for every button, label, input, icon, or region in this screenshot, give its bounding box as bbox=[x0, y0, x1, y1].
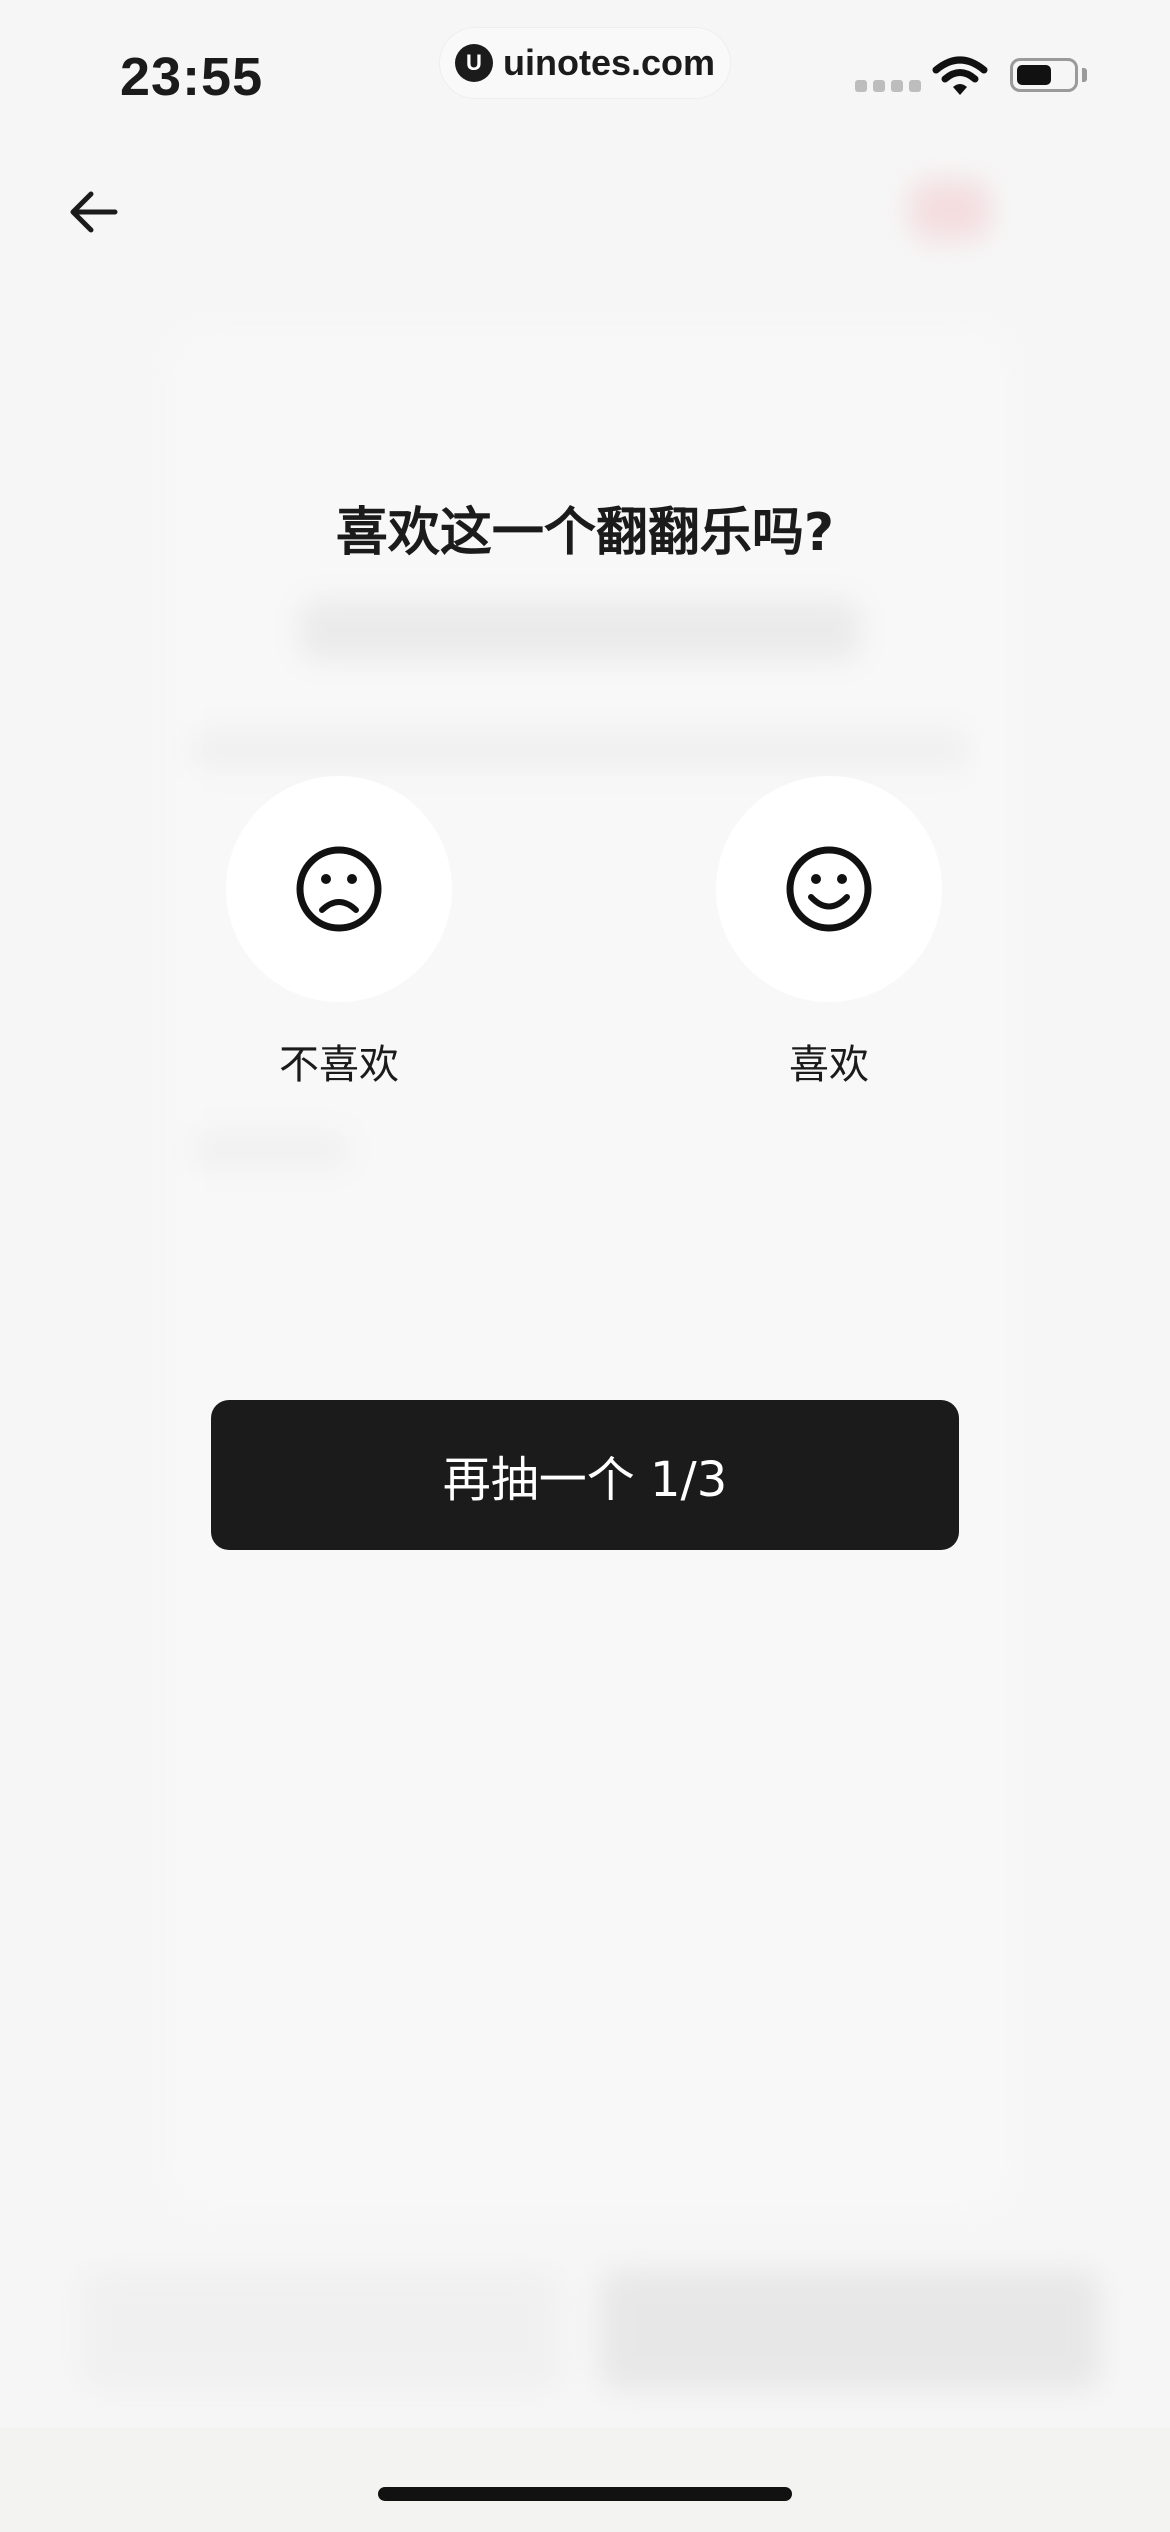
dislike-option[interactable]: 不喜欢 bbox=[226, 776, 452, 1090]
status-bar: 23:55 U uinotes.com bbox=[0, 0, 1170, 130]
dislike-button[interactable] bbox=[226, 776, 452, 1002]
background-placeholder bbox=[910, 180, 990, 240]
bottom-safe-area bbox=[0, 2428, 1170, 2532]
wifi-icon bbox=[932, 56, 988, 95]
background-placeholder bbox=[190, 1130, 350, 1170]
like-button[interactable] bbox=[716, 776, 942, 1002]
blurred-background bbox=[0, 0, 1170, 2532]
prompt-title: 喜欢这一个翻翻乐吗? bbox=[335, 503, 835, 563]
back-button[interactable] bbox=[62, 180, 126, 244]
background-placeholder bbox=[600, 2270, 1100, 2390]
arrow-left-icon bbox=[70, 191, 118, 233]
url-pill[interactable]: U uinotes.com bbox=[440, 28, 730, 98]
draw-again-button[interactable]: 再抽一个 1/3 bbox=[211, 1400, 959, 1550]
home-indicator[interactable] bbox=[378, 2487, 792, 2501]
cellular-signal-icon bbox=[855, 80, 921, 92]
smile-face-icon bbox=[786, 846, 872, 932]
like-label: 喜欢 bbox=[789, 1042, 869, 1088]
url-text: uinotes.com bbox=[502, 42, 716, 83]
battery-icon bbox=[1010, 58, 1078, 92]
dislike-label: 不喜欢 bbox=[279, 1042, 399, 1088]
background-placeholder bbox=[300, 600, 860, 660]
background-placeholder bbox=[190, 730, 970, 770]
background-placeholder bbox=[80, 2270, 560, 2390]
status-time: 23:55 bbox=[120, 47, 264, 107]
site-logo-icon: U bbox=[454, 44, 493, 82]
frown-face-icon bbox=[296, 846, 382, 932]
battery-cap bbox=[1082, 68, 1087, 82]
like-option[interactable]: 喜欢 bbox=[716, 776, 942, 1090]
